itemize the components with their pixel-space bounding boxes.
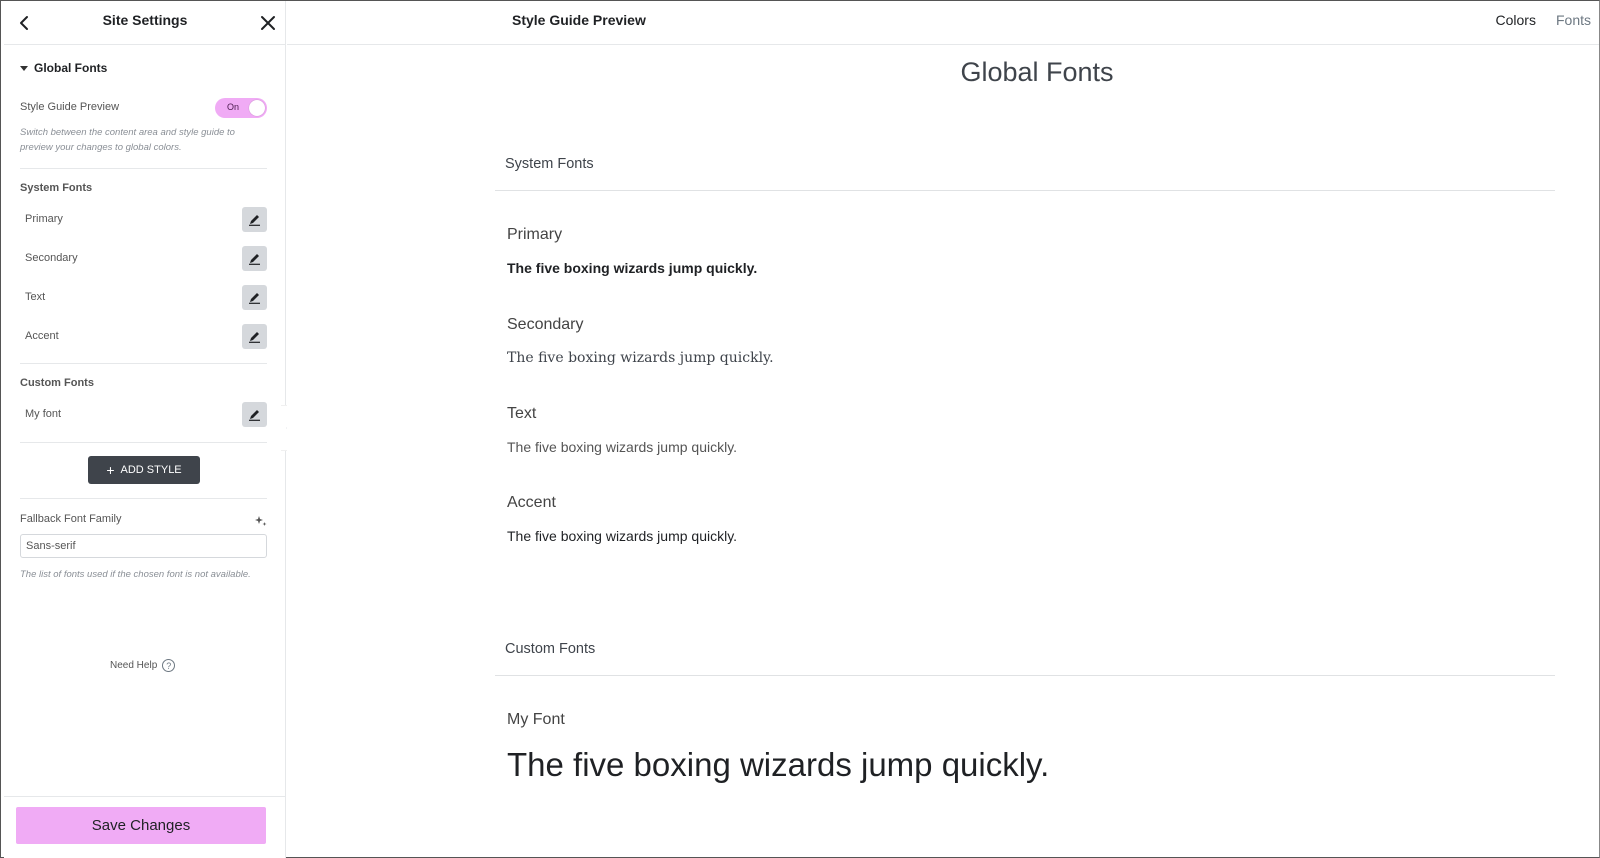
page-title: Global Fonts bbox=[960, 57, 1114, 87]
panel-header: Site Settings bbox=[4, 1, 286, 45]
style-label-text: Text bbox=[507, 405, 537, 422]
style-label-secondary: Secondary bbox=[507, 316, 584, 333]
section-divider bbox=[495, 675, 1555, 676]
panel-footer: Save Changes bbox=[4, 796, 286, 858]
preview-topbar: Style Guide Preview Colors Fonts bbox=[287, 1, 1599, 45]
divider bbox=[20, 168, 267, 169]
add-style-button[interactable]: + ADD STYLE bbox=[88, 456, 200, 484]
pencil-icon bbox=[249, 332, 260, 343]
font-row-label: My font bbox=[25, 408, 62, 420]
font-row-label: Secondary bbox=[25, 252, 78, 264]
font-row-label: Accent bbox=[25, 330, 59, 342]
style-guide-preview-toggle[interactable]: On bbox=[215, 98, 267, 118]
fallback-font-family-input[interactable] bbox=[20, 534, 267, 558]
toggle-state-text: On bbox=[227, 102, 240, 112]
system-fonts-section-title: System Fonts bbox=[505, 156, 594, 172]
section-label: Global Fonts bbox=[34, 61, 108, 75]
edit-text-button[interactable] bbox=[242, 285, 267, 310]
preview-tabs: Colors Fonts bbox=[1496, 12, 1591, 28]
ai-sparkle-icon[interactable] bbox=[254, 514, 268, 528]
section-divider bbox=[495, 190, 1555, 191]
custom-font-row-my-font: My font bbox=[20, 402, 267, 428]
panel-title: Site Settings bbox=[102, 12, 188, 28]
edit-primary-button[interactable] bbox=[242, 207, 267, 232]
custom-fonts-section-title: Custom Fonts bbox=[505, 641, 596, 657]
need-help-label: Need Help bbox=[110, 660, 158, 671]
style-label-primary: Primary bbox=[507, 226, 563, 243]
tab-colors[interactable]: Colors bbox=[1496, 12, 1536, 28]
pencil-icon bbox=[249, 254, 260, 265]
sample-my-font: The five boxing wizards jump quickly. bbox=[507, 746, 1050, 783]
pencil-icon bbox=[249, 215, 260, 226]
pencil-icon bbox=[249, 410, 260, 421]
style-guide-preview-help: Switch between the content area and styl… bbox=[20, 127, 235, 153]
sample-text: The five boxing wizards jump quickly. bbox=[507, 439, 738, 455]
system-font-row-primary: Primary bbox=[20, 207, 267, 233]
pencil-icon bbox=[249, 293, 260, 304]
system-fonts-title: System Fonts bbox=[20, 182, 93, 194]
divider bbox=[20, 498, 267, 499]
style-guide-preview-area: Style Guide Preview Colors Fonts Global … bbox=[287, 1, 1599, 857]
question-circle-icon: ? bbox=[162, 659, 176, 672]
font-row-label: Primary bbox=[25, 213, 63, 225]
divider bbox=[20, 442, 267, 443]
edit-secondary-button[interactable] bbox=[242, 246, 267, 271]
sample-primary: The five boxing wizards jump quickly. bbox=[507, 260, 758, 276]
tab-fonts[interactable]: Fonts bbox=[1556, 12, 1591, 28]
fallback-help: The list of fonts used if the chosen fon… bbox=[20, 569, 251, 580]
app-window: Site Settings Global Fonts Style Guide P… bbox=[0, 0, 1600, 858]
sample-accent: The five boxing wizards jump quickly. bbox=[507, 528, 738, 544]
fallback-font-family-label: Fallback Font Family bbox=[20, 513, 122, 525]
add-style-label: ADD STYLE bbox=[120, 464, 182, 476]
style-label-my-font: My Font bbox=[507, 711, 565, 728]
system-font-row-secondary: Secondary bbox=[20, 246, 267, 272]
system-font-row-accent: Accent bbox=[20, 324, 267, 350]
toggle-knob bbox=[249, 100, 265, 116]
style-guide-preview-label: Style Guide Preview bbox=[20, 101, 120, 113]
plus-icon: + bbox=[106, 462, 115, 478]
edit-my-font-button[interactable] bbox=[242, 402, 267, 427]
style-label-accent: Accent bbox=[507, 494, 556, 511]
global-fonts-section-toggle[interactable]: Global Fonts bbox=[20, 61, 107, 75]
need-help-link[interactable]: Need Help ? bbox=[110, 659, 176, 672]
site-settings-panel: Site Settings Global Fonts Style Guide P… bbox=[4, 1, 286, 858]
font-row-label: Text bbox=[25, 291, 46, 303]
caret-down-icon bbox=[20, 65, 28, 71]
custom-fonts-title: Custom Fonts bbox=[20, 377, 94, 389]
preview-title: Style Guide Preview bbox=[512, 12, 646, 28]
system-font-row-text: Text bbox=[20, 285, 267, 311]
edit-accent-button[interactable] bbox=[242, 324, 267, 349]
sample-secondary: The five boxing wizards jump quickly. bbox=[507, 350, 774, 366]
close-icon[interactable] bbox=[257, 12, 279, 34]
divider bbox=[20, 363, 267, 364]
save-changes-button[interactable]: Save Changes bbox=[16, 807, 266, 844]
